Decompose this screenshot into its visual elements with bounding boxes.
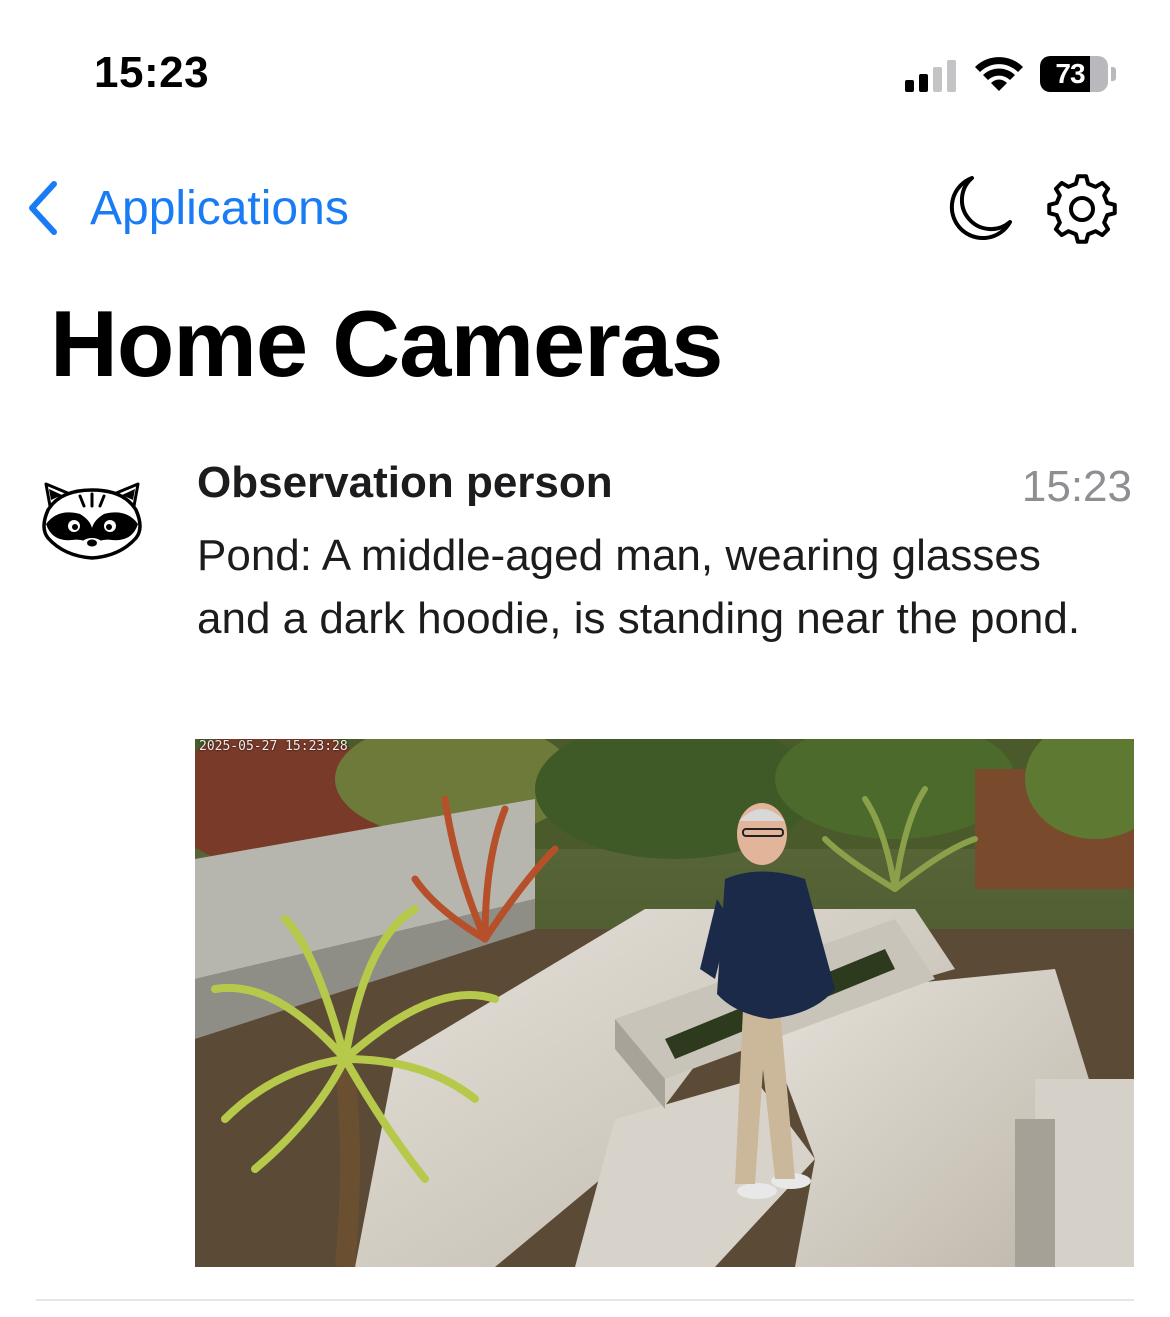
- signal-bar: [933, 67, 942, 92]
- wifi-icon: [975, 57, 1023, 91]
- signal-bar: [905, 80, 914, 92]
- page-title: Home Cameras: [50, 291, 723, 396]
- back-button[interactable]: Applications: [24, 174, 349, 242]
- status-bar-time: 15:23: [94, 48, 210, 97]
- battery-nub: [1111, 67, 1116, 81]
- cellular-signal-icon: [905, 58, 961, 92]
- list-divider: [36, 1299, 1134, 1301]
- raccoon-icon: [42, 482, 142, 560]
- signal-bar: [919, 74, 928, 92]
- notification-body: Pond: A middle-aged man, wearing glasses…: [197, 531, 1081, 643]
- battery-icon: 73: [1040, 56, 1108, 92]
- camera-snapshot[interactable]: 2025-05-27 15:23:28: [195, 739, 1134, 1267]
- notification-title: Observation person: [197, 458, 613, 507]
- moon-icon[interactable]: [942, 172, 1016, 244]
- back-label: Applications: [90, 181, 349, 235]
- gear-icon[interactable]: [1043, 170, 1121, 248]
- notification-time: 15:23: [1021, 462, 1132, 511]
- signal-bar: [947, 60, 956, 92]
- camera-snapshot-image: [195, 739, 1134, 1267]
- battery-level: 73: [1055, 58, 1085, 89]
- chevron-left-icon: [29, 181, 57, 235]
- snapshot-timestamp: 2025-05-27 15:23:28: [199, 739, 348, 754]
